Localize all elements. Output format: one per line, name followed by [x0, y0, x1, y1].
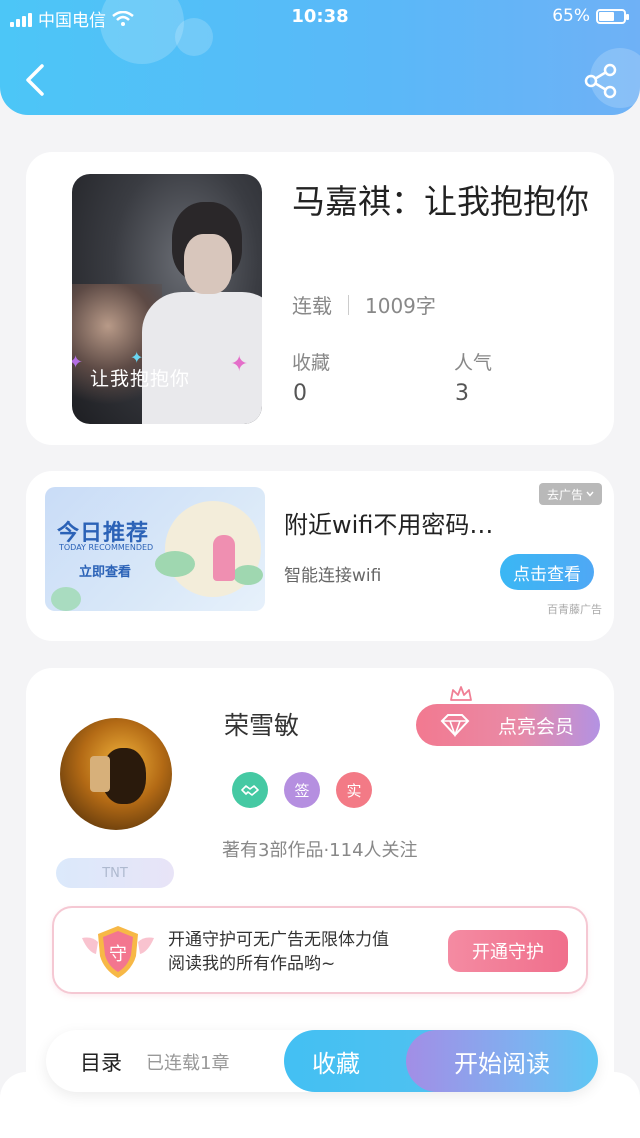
- fan-tag: TNT: [56, 858, 174, 888]
- popularity-label: 人气: [454, 352, 493, 374]
- handshake-icon: [232, 772, 268, 808]
- serial-status: 连载: [292, 294, 332, 318]
- book-info-card: ✦ ✦ ✦ 让我抱抱你 马嘉祺：让我抱抱你 连载 1009字 收藏 0 人气 3: [26, 152, 614, 445]
- author-stats: 著有3部作品·114人关注: [222, 840, 418, 861]
- share-icon[interactable]: [582, 62, 620, 100]
- remove-ad-label: 去广告: [546, 487, 583, 502]
- guard-promo: 守 开通守护可无广告无限体力值 阅读我的所有作品哟~ 开通守护: [52, 906, 588, 994]
- signed-badge: 签: [284, 772, 320, 808]
- battery-percent: 65%: [552, 6, 590, 26]
- guard-line-2: 阅读我的所有作品哟~: [168, 954, 336, 974]
- book-cover[interactable]: ✦ ✦ ✦ 让我抱抱你: [72, 174, 262, 424]
- author-name[interactable]: 荣雪敏: [224, 706, 299, 742]
- guard-description: 开通守护可无广告无限体力值 阅读我的所有作品哟~: [168, 928, 389, 976]
- battery-icon: [596, 8, 629, 24]
- avatar[interactable]: [60, 718, 172, 830]
- book-title: 马嘉祺：让我抱抱你: [292, 182, 589, 221]
- vip-membership-button[interactable]: 点亮会员: [416, 704, 600, 746]
- open-guard-button[interactable]: 开通守护: [448, 930, 568, 972]
- crown-icon: [450, 686, 472, 701]
- ad-banner-subtitle: TODAY RECOMMENDED: [59, 543, 154, 552]
- ad-card[interactable]: 今日推荐 TODAY RECOMMENDED 立即查看 附近wifi不用密码… …: [26, 471, 614, 641]
- chevron-left-icon[interactable]: [18, 60, 52, 100]
- bottom-action-bar: 目录 已连载1章 收藏 开始阅读: [46, 1030, 598, 1092]
- verified-badge: 实: [336, 772, 372, 808]
- ad-description: 智能连接wifi: [284, 566, 382, 586]
- start-reading-button[interactable]: 开始阅读: [406, 1030, 598, 1092]
- ad-banner-button: 立即查看: [79, 565, 132, 580]
- popularity-count: 3: [455, 381, 469, 406]
- sparkle-icon: ✦: [72, 352, 84, 373]
- header: 中国电信 10:38 65%: [0, 0, 640, 115]
- sparkle-icon: ✦: [230, 352, 249, 377]
- remove-ad-button[interactable]: 去广告: [538, 483, 602, 505]
- table-of-contents-button[interactable]: 目录: [80, 1047, 122, 1077]
- ad-source: 百青藤广告: [547, 603, 602, 616]
- word-count: 1009字: [365, 294, 436, 318]
- clock: 10:38: [291, 6, 349, 27]
- ad-banner-image[interactable]: 今日推荐 TODAY RECOMMENDED 立即查看: [45, 487, 265, 611]
- shield-icon: 守: [82, 926, 154, 978]
- favorites-count: 0: [293, 381, 307, 406]
- book-status: 连载 1009字: [292, 290, 436, 319]
- ad-title: 附近wifi不用密码…: [284, 511, 494, 539]
- author-badges: 签 实: [232, 772, 372, 808]
- ad-view-button[interactable]: 点击查看: [500, 554, 594, 590]
- vip-button-label: 点亮会员: [497, 715, 574, 738]
- status-bar: 中国电信 10:38 65%: [0, 0, 640, 34]
- guard-line-1: 开通守护可无广告无限体力值: [168, 930, 389, 950]
- cover-text: 让我抱抱你: [90, 368, 191, 390]
- chevron-down-icon: [586, 491, 594, 497]
- favorites-label: 收藏: [292, 352, 331, 374]
- diamond-icon: [440, 714, 470, 737]
- chapter-count: 已连载1章: [146, 1053, 230, 1074]
- shield-text: 守: [109, 944, 127, 965]
